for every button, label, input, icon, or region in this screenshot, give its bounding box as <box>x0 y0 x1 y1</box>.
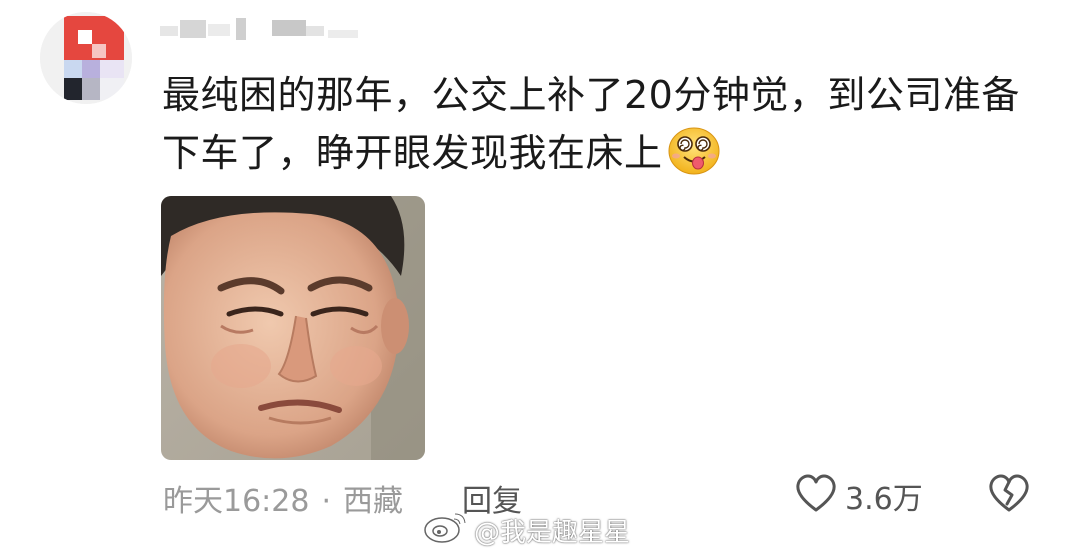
comment-text: 最纯困的那年，公交上补了20分钟觉，到公司准备 下车了，睁开眼发现我在床上 <box>162 66 1042 182</box>
comment-time: 昨天16:28 <box>163 484 310 519</box>
comment-line-2-text: 下车了，睁开眼发现我在床上 <box>162 131 663 175</box>
weibo-watermark: @我是趣星星 <box>422 510 630 551</box>
dislike-button[interactable] <box>988 474 1030 518</box>
meta-separator: · <box>321 484 332 519</box>
broken-heart-icon <box>988 474 1030 518</box>
comment-location: 西藏 <box>343 484 404 519</box>
like-count: 3.6万 <box>845 482 923 517</box>
like-button[interactable]: 3.6万 <box>795 474 923 518</box>
user-avatar[interactable] <box>40 12 132 104</box>
comment-line-1: 最纯困的那年，公交上补了20分钟觉，到公司准备 <box>162 73 1020 117</box>
watermark-text: @我是趣星星 <box>474 518 631 548</box>
meme-image[interactable] <box>161 196 425 460</box>
comment-line-2: 下车了，睁开眼发现我在床上 <box>162 124 1042 182</box>
dizzy-tongue-face-emoji-icon <box>667 126 721 176</box>
weibo-logo-icon <box>422 510 474 551</box>
heart-outline-icon <box>795 474 837 518</box>
username-blurred[interactable] <box>160 16 370 42</box>
comment-meta: 昨天16:28 · 西藏 <box>163 476 403 520</box>
